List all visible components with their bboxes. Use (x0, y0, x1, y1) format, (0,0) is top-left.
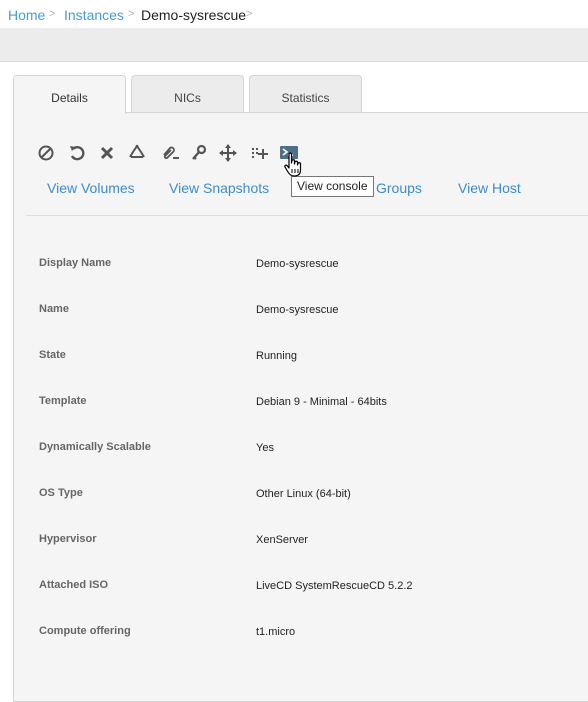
scale-icon[interactable] (249, 143, 269, 163)
tab-details[interactable]: Details (13, 75, 126, 114)
detail-label: State (39, 349, 66, 361)
detail-value: Yes (256, 442, 274, 454)
detail-label: Name (39, 303, 69, 315)
view-groups-link[interactable]: Groups (376, 180, 422, 196)
hand-cursor-icon (283, 152, 305, 178)
header-strip (0, 28, 588, 62)
detail-value: Demo-sysrescue (256, 304, 339, 316)
detail-value: Running (256, 350, 297, 362)
detail-value: t1.micro (256, 626, 296, 638)
view-host-link[interactable]: View Host (458, 180, 521, 196)
tab-nics[interactable]: NICs (131, 75, 244, 113)
migrate-icon[interactable] (218, 143, 238, 163)
detail-value: Debian 9 - Minimal - 64bits (256, 396, 387, 408)
detail-label: OS Type (39, 487, 83, 499)
key-icon[interactable] (189, 143, 209, 163)
detail-label: Attached ISO (39, 579, 109, 591)
breadcrumb-home[interactable]: Home (8, 7, 45, 23)
detail-label: Template (39, 395, 87, 407)
detail-label: Dynamically Scalable (39, 441, 151, 453)
divider (26, 215, 588, 216)
detail-label: Display Name (39, 257, 112, 269)
recycle-icon[interactable] (127, 143, 147, 163)
detail-value: Demo-sysrescue (256, 258, 339, 270)
detail-label: Hypervisor (39, 533, 97, 545)
detail-value: Other Linux (64-bit) (256, 488, 351, 500)
tab-statistics[interactable]: Statistics (249, 75, 362, 113)
reboot-icon[interactable] (67, 143, 87, 163)
detail-value: LiveCD SystemRescueCD 5.2.2 (256, 580, 413, 592)
detail-value: XenServer (256, 534, 308, 546)
attach-iso-icon[interactable] (160, 143, 180, 163)
view-volumes-link[interactable]: View Volumes (47, 180, 135, 196)
stop-icon[interactable] (36, 143, 56, 163)
console-tooltip: View console (291, 176, 374, 197)
destroy-icon[interactable] (97, 143, 117, 163)
breadcrumb-current: Demo-sysrescue (141, 7, 247, 23)
breadcrumb-instances[interactable]: Instances (64, 7, 124, 23)
breadcrumb-separator: > (128, 8, 135, 20)
breadcrumb-separator: > (246, 8, 253, 20)
breadcrumb: Home > Instances > Demo-sysrescue > (0, 0, 588, 28)
view-snapshots-link[interactable]: View Snapshots (169, 180, 269, 196)
detail-label: Compute offering (39, 625, 131, 637)
breadcrumb-separator: > (49, 8, 56, 20)
